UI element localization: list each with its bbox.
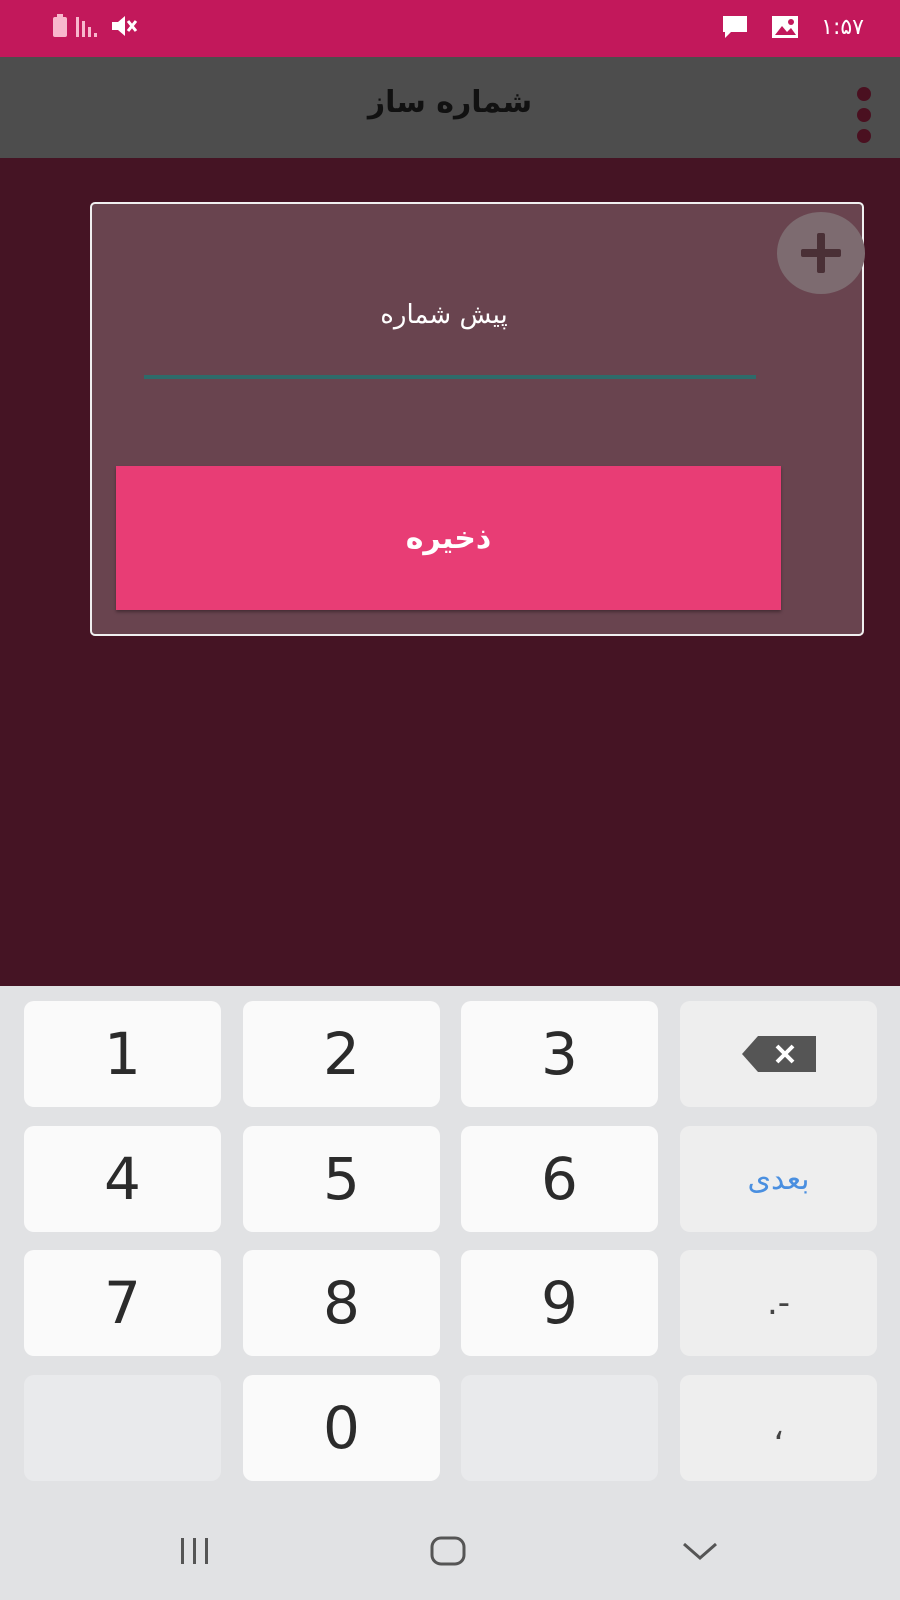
key-8[interactable]: 8 <box>243 1250 440 1356</box>
prefix-field-underline[interactable] <box>144 375 756 379</box>
message-icon <box>723 16 748 38</box>
backspace-key[interactable] <box>680 1001 877 1107</box>
status-right-icons: ۱:۵۷ <box>721 14 864 40</box>
back-icon[interactable] <box>670 1526 730 1576</box>
navigation-bar <box>0 1496 900 1600</box>
key-3[interactable]: 3 <box>461 1001 658 1107</box>
menu-dot <box>857 129 871 143</box>
status-bar: ۱:۵۷ <box>0 0 900 57</box>
key-2[interactable]: 2 <box>243 1001 440 1107</box>
prefix-card: پیش شماره ذخیره <box>90 202 865 636</box>
key-9[interactable]: 9 <box>461 1250 658 1356</box>
comma-key[interactable]: ، <box>680 1375 877 1481</box>
key-6[interactable]: 6 <box>461 1126 658 1232</box>
gallery-icon <box>772 16 799 38</box>
key-5[interactable]: 5 <box>243 1126 440 1232</box>
recent-apps-icon[interactable] <box>165 1526 225 1576</box>
more-vert-icon[interactable] <box>854 87 874 143</box>
prefix-field-hint[interactable]: پیش شماره <box>142 300 746 330</box>
numeric-keyboard: 1 2 3 4 5 6 بعدی 7 8 9 .- 0 ، <box>0 986 900 1496</box>
home-icon[interactable] <box>418 1526 478 1576</box>
status-left-icons <box>52 14 138 38</box>
dot-dash-key[interactable]: .- <box>680 1250 877 1356</box>
app-title: شماره ساز <box>367 85 533 120</box>
empty-key-middle <box>461 1375 658 1481</box>
next-key[interactable]: بعدی <box>680 1126 877 1232</box>
key-4[interactable]: 4 <box>24 1126 221 1232</box>
app-bar: شماره ساز <box>0 57 900 158</box>
save-button[interactable]: ذخیره <box>116 466 781 610</box>
empty-key-left <box>24 1375 221 1481</box>
backspace-icon <box>741 1036 816 1072</box>
menu-dot <box>857 87 871 101</box>
menu-dot <box>857 108 871 122</box>
add-circle-icon[interactable] <box>777 212 865 294</box>
mute-icon <box>112 16 138 36</box>
signal-icon <box>76 17 97 37</box>
key-7[interactable]: 7 <box>24 1250 221 1356</box>
plus-icon <box>801 233 841 273</box>
status-time: ۱:۵۷ <box>821 14 864 40</box>
battery-icon <box>53 14 67 37</box>
key-1[interactable]: 1 <box>24 1001 221 1107</box>
key-0[interactable]: 0 <box>243 1375 440 1481</box>
